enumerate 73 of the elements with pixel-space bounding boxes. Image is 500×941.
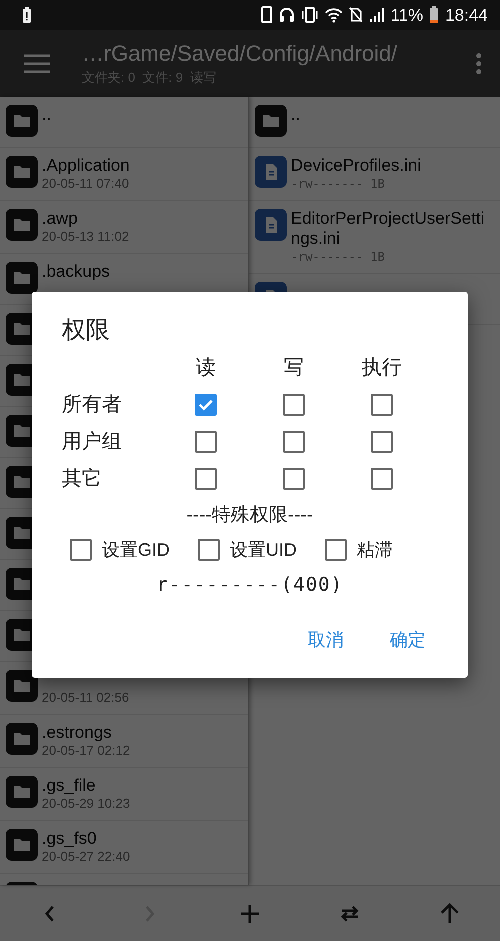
checkbox[interactable]: [371, 468, 393, 490]
folder-icon: [6, 723, 38, 755]
column-header: 执行: [361, 356, 403, 381]
no-sim-icon: [348, 7, 363, 23]
row-label: 用户组: [62, 430, 123, 455]
section-heading: ----特殊权限----: [186, 504, 314, 528]
folder-icon: [6, 105, 38, 137]
column-header: 读: [195, 356, 217, 381]
file-name: .gs_file: [42, 776, 97, 796]
checkbox[interactable]: [195, 468, 217, 490]
file-name: EditorPerProjectUserSettings.ini: [291, 209, 486, 249]
checkbox[interactable]: [198, 539, 220, 561]
document-icon: [255, 156, 287, 188]
row-label: 所有者: [62, 393, 123, 418]
folder-path: …rGame/Saved/Config/Android/: [82, 40, 398, 66]
file-date: 20-05-11 07:40: [42, 176, 130, 192]
file-date: 20-05-11 02:56: [42, 690, 130, 706]
file-name: ..: [42, 105, 52, 125]
dialog-button[interactable]: 确定: [378, 620, 438, 660]
clock-time: 18:44: [445, 6, 488, 24]
folder-icon: [6, 670, 38, 702]
checkbox[interactable]: [70, 539, 92, 561]
folder-icon: [255, 105, 287, 137]
file-name: DeviceProfiles.ini: [291, 156, 422, 176]
file-date: 20-05-17 02:12: [42, 743, 130, 759]
checkbox[interactable]: [325, 539, 348, 561]
phone-icon: [260, 6, 273, 24]
file-name: ..: [291, 105, 300, 125]
checkbox-label: 设置UID: [230, 539, 298, 562]
column-header: 写: [283, 356, 305, 381]
checkbox[interactable]: [283, 430, 305, 452]
checkbox[interactable]: [283, 468, 305, 490]
more-icon: [476, 52, 482, 74]
file-row[interactable]: .gs_file 20-05-29 10:23: [0, 768, 248, 821]
file-row[interactable]: .estrongs 20-05-17 02:12: [0, 715, 248, 768]
vibrate-icon: [300, 7, 319, 23]
battery-alert-icon: [22, 7, 32, 23]
battery-icon: [429, 6, 440, 24]
file-row[interactable]: .Application 20-05-11 07:40: [0, 148, 248, 201]
folder-icon: [6, 156, 38, 188]
document-icon: [255, 209, 287, 241]
folder-icon: [6, 829, 38, 861]
folder-icon: [6, 776, 38, 808]
file-row[interactable]: .gs_fs0 20-05-27 22:40: [0, 821, 248, 874]
file-name: .Application: [42, 156, 130, 176]
row-label: 其它: [62, 467, 103, 492]
file-date: 20-05-13 11:02: [42, 229, 130, 245]
dialog-title: 权限: [62, 316, 111, 346]
menu-icon: [24, 54, 50, 74]
checkbox[interactable]: [195, 430, 217, 452]
wifi-icon: [324, 7, 343, 23]
signal-icon: [368, 7, 385, 23]
battery-percent: 11%: [390, 6, 424, 24]
file-row[interactable]: .awp 20-05-13 11:02: [0, 201, 248, 254]
folder-icon: [6, 262, 38, 294]
file-name: .gs_fs0: [42, 829, 98, 849]
folder-icon: [6, 209, 38, 241]
headset-icon: [278, 7, 295, 23]
file-name: .backups: [42, 262, 110, 282]
dialog-button[interactable]: 取消: [296, 620, 356, 660]
file-name: .estrongs: [42, 723, 113, 743]
checkbox[interactable]: [371, 394, 393, 416]
checkbox[interactable]: [283, 394, 305, 416]
checkbox-label: 设置GID: [102, 539, 170, 562]
file-date: 20-05-27 22:40: [42, 849, 130, 865]
file-row[interactable]: ..: [0, 97, 248, 148]
permission-mode: r---------(400): [156, 574, 344, 596]
file-row[interactable]: ..: [249, 97, 500, 148]
file-name: .awp: [42, 209, 79, 229]
checkbox[interactable]: [195, 394, 217, 416]
checkbox[interactable]: [371, 430, 393, 452]
checkbox-label: 粘滞: [357, 539, 394, 562]
file-date: 20-05-29 10:23: [42, 796, 130, 812]
